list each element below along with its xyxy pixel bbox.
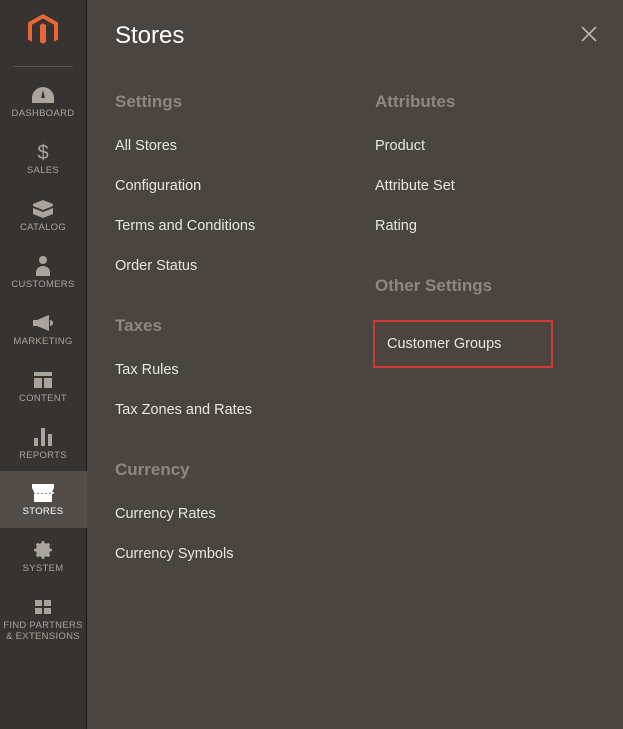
storefront-icon [31, 483, 55, 503]
sidebar-item-reports[interactable]: REPORTS [0, 415, 87, 472]
bars-icon [31, 427, 55, 447]
sidebar-item-partners[interactable]: FIND PARTNERS & EXTENSIONS [0, 585, 87, 653]
sidebar-item-dashboard[interactable]: DASHBOARD [0, 73, 87, 130]
link-tax-rules[interactable]: Tax Rules [115, 362, 335, 378]
dollar-icon: $ [31, 142, 55, 162]
close-button[interactable] [579, 24, 599, 44]
link-customer-groups[interactable]: Customer Groups [373, 320, 553, 368]
sidebar-item-stores[interactable]: STORES [0, 471, 87, 528]
sidebar-item-marketing[interactable]: MARKETING [0, 301, 87, 358]
nav-label: DASHBOARD [12, 109, 75, 120]
section-title: Settings [115, 92, 335, 112]
gear-icon [31, 540, 55, 560]
person-icon [31, 256, 55, 276]
link-order-status[interactable]: Order Status [115, 258, 335, 274]
layout-icon [31, 370, 55, 390]
sidebar-item-customers[interactable]: CUSTOMERS [0, 244, 87, 301]
dashboard-icon [31, 85, 55, 105]
nav-label: SALES [27, 166, 59, 177]
section-title: Taxes [115, 316, 335, 336]
panel-title: Stores [115, 22, 595, 50]
section-currency: Currency Currency Rates Currency Symbols [115, 460, 335, 562]
link-attribute-set[interactable]: Attribute Set [375, 178, 595, 194]
nav-label: CONTENT [19, 394, 67, 405]
link-currency-symbols[interactable]: Currency Symbols [115, 546, 335, 562]
nav-label: CUSTOMERS [11, 280, 74, 291]
sidebar-divider [13, 66, 73, 67]
link-all-stores[interactable]: All Stores [115, 138, 335, 154]
link-rating[interactable]: Rating [375, 218, 595, 234]
link-configuration[interactable]: Configuration [115, 178, 335, 194]
link-product[interactable]: Product [375, 138, 595, 154]
admin-sidebar: DASHBOARD $ SALES CATALOG CUSTOMERS MARK… [0, 0, 87, 729]
nav-label: SYSTEM [23, 564, 64, 575]
stores-flyout-panel: Stores Settings All Stores Configuration… [87, 0, 623, 729]
section-title: Currency [115, 460, 335, 480]
sidebar-item-catalog[interactable]: CATALOG [0, 187, 87, 244]
sidebar-item-system[interactable]: SYSTEM [0, 528, 87, 585]
nav-label: FIND PARTNERS & EXTENSIONS [3, 621, 83, 643]
megaphone-icon [31, 313, 55, 333]
section-title: Other Settings [375, 276, 595, 296]
blocks-icon [31, 597, 55, 617]
panel-column-left: Settings All Stores Configuration Terms … [115, 92, 335, 604]
link-terms-conditions[interactable]: Terms and Conditions [115, 218, 335, 234]
section-title: Attributes [375, 92, 595, 112]
panel-columns: Settings All Stores Configuration Terms … [115, 92, 595, 604]
link-currency-rates[interactable]: Currency Rates [115, 506, 335, 522]
nav-label: MARKETING [13, 337, 72, 348]
magento-logo[interactable] [28, 0, 58, 58]
section-taxes: Taxes Tax Rules Tax Zones and Rates [115, 316, 335, 418]
box-icon [31, 199, 55, 219]
link-tax-zones-rates[interactable]: Tax Zones and Rates [115, 402, 335, 418]
section-settings: Settings All Stores Configuration Terms … [115, 92, 335, 274]
nav-label: STORES [23, 507, 64, 518]
svg-text:$: $ [37, 142, 48, 163]
nav-label: CATALOG [20, 223, 66, 234]
section-other-settings: Other Settings Customer Groups [375, 276, 595, 388]
panel-column-right: Attributes Product Attribute Set Rating … [375, 92, 595, 604]
sidebar-item-content[interactable]: CONTENT [0, 358, 87, 415]
sidebar-item-sales[interactable]: $ SALES [0, 130, 87, 187]
nav-label: REPORTS [19, 451, 67, 462]
section-attributes: Attributes Product Attribute Set Rating [375, 92, 595, 234]
